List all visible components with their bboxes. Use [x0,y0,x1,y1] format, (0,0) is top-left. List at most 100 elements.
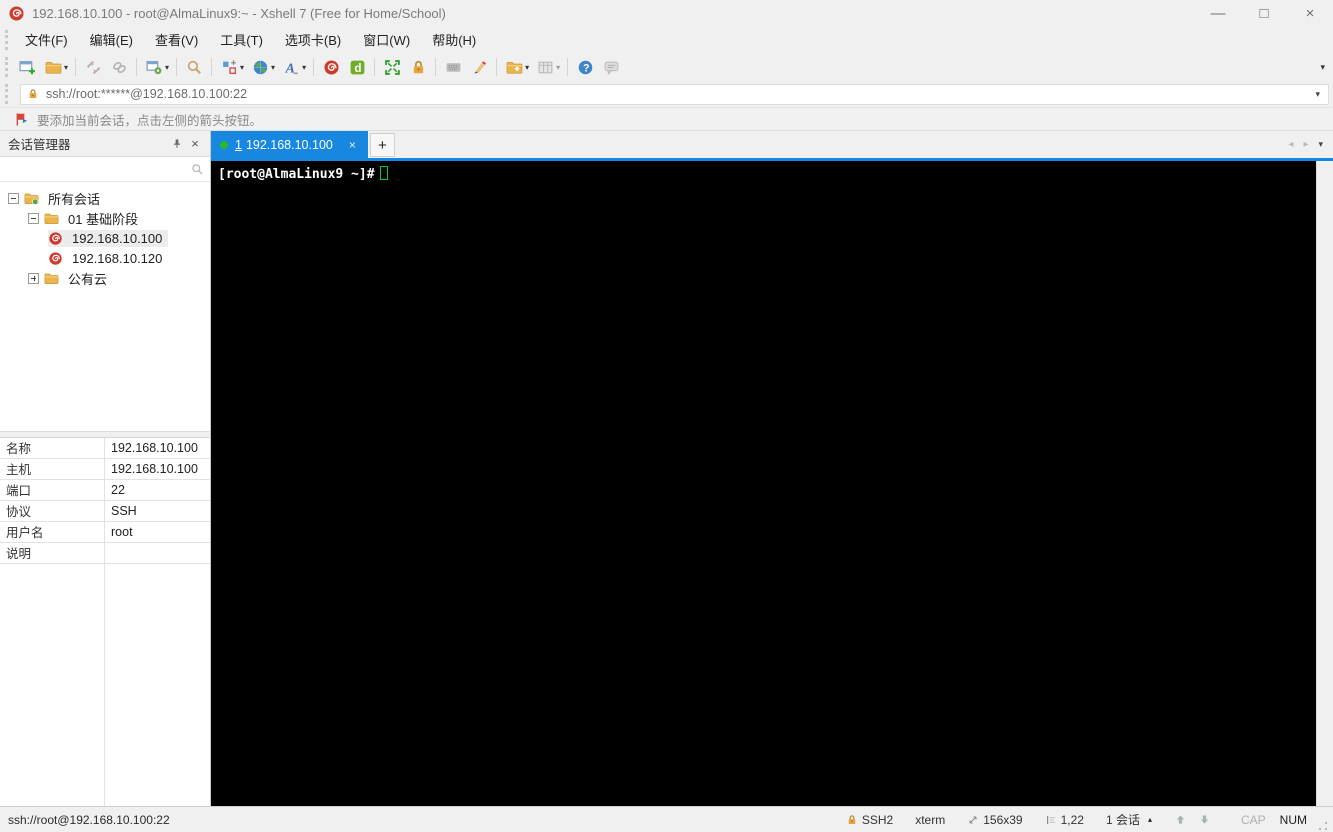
address-grip-handle[interactable] [5,84,11,104]
terminal-pane: 1 192.168.10.100 × + ◂ ▸ ▾ [root@AlmaLin… [211,131,1333,806]
session-search-input[interactable] [6,160,191,178]
ssl-lock-icon [29,89,37,99]
menu-view[interactable]: 查看(V) [144,26,209,53]
property-value: 22 [111,482,125,497]
property-label: 名称 [0,437,105,458]
status-protocol: SSH2 [846,813,893,827]
session-properties-dropdown[interactable]: ▾ [165,63,172,72]
pin-panel-button[interactable] [168,135,186,153]
address-dropdown[interactable]: ▾ [1313,89,1322,100]
tab-scroll-left-icon[interactable]: ◂ [1288,139,1293,150]
menu-edit[interactable]: 编辑(E) [79,26,144,53]
tree-item-folder-01[interactable]: 01 基础阶段 [0,208,210,228]
session-count-dropdown-icon: ▴ [1147,815,1152,824]
font-dropdown[interactable]: ▾ [302,63,309,72]
collapse-icon[interactable] [8,192,19,204]
properties-empty-area [0,563,210,806]
xshell-button[interactable] [319,55,343,79]
tab-list-dropdown[interactable]: ▾ [1318,139,1323,150]
status-terminal-size: 156x39 [967,813,1023,827]
feedback-chat-button[interactable] [599,55,623,79]
pin-icon [174,139,180,148]
tree-item-session-100[interactable]: 192.168.10.100 [0,228,210,248]
tree-item-label: 01 基础阶段 [68,211,139,227]
new-terminal-folder-button[interactable] [502,55,526,79]
status-session-count[interactable]: 1 会话 ▴ [1106,811,1152,828]
property-label: 用户名 [0,521,105,542]
toolbar-overflow-dropdown[interactable]: ▾ [1320,62,1325,73]
menu-window[interactable]: 窗口(W) [352,26,421,53]
font-icon: A [284,60,298,75]
find-button[interactable] [182,55,206,79]
terminal-scrollbar[interactable] [1316,161,1333,806]
menu-file[interactable]: 文件(F) [14,26,79,53]
status-terminal-type-label: xterm [915,812,946,827]
tab-active-session[interactable]: 1 192.168.10.100 × [211,131,368,158]
menu-tools[interactable]: 工具(T) [209,26,274,53]
terminal-screen[interactable]: [root@AlmaLinux9 ~]# [211,161,1316,806]
toolbar-separator [567,58,569,76]
tab-scroll-right-icon[interactable]: ▸ [1303,139,1308,150]
minimize-button[interactable]: — [1195,0,1241,26]
open-session-button[interactable] [41,55,65,79]
status-connection-url: ssh://root@192.168.10.100:22 [8,812,170,827]
quick-command-button[interactable] [533,55,557,79]
tree-item-all-sessions[interactable]: 所有会话 [0,188,210,208]
toolbar-separator [435,58,437,76]
panel-splitter[interactable] [0,430,210,438]
reconnect-button[interactable] [107,55,131,79]
toolbar-grip-handle[interactable] [5,57,11,77]
property-row: 用户名 root [0,521,210,543]
font-button[interactable]: A [279,55,303,79]
compose-layout-button[interactable] [217,55,241,79]
tab-index: 1 [235,137,242,152]
session-icon [48,251,63,265]
xftp-button[interactable]: d [345,55,369,79]
fullscreen-button[interactable] [380,55,404,79]
virtual-keyboard-button[interactable] [441,55,465,79]
highlight-pen-icon [473,60,486,73]
tree-item-label: 所有会话 [48,191,101,207]
scroll-down-icon[interactable] [1198,813,1211,826]
tab-close-icon[interactable]: × [347,138,358,152]
encoding-button[interactable] [248,55,272,79]
close-panel-button[interactable]: × [186,135,204,153]
terminal-wrap: [root@AlmaLinux9 ~]# [211,161,1333,806]
tree-item-label: 192.168.10.120 [72,250,163,266]
menu-help[interactable]: 帮助(H) [421,26,487,53]
session-properties-button[interactable] [142,55,166,79]
quick-command-dropdown[interactable]: ▾ [556,63,563,72]
menu-tab[interactable]: 选项卡(B) [274,26,352,53]
new-terminal-folder-dropdown[interactable]: ▾ [525,63,532,72]
session-manager-title: 会话管理器 [8,138,71,152]
terminal-prompt: [root@AlmaLinux9 ~]# [218,167,375,182]
main-area: 会话管理器 × 所有会话 01 基础阶段 192.168.10.100 192.… [0,131,1333,806]
property-value: 192.168.10.100 [111,440,198,455]
reconnect-icon [112,61,126,73]
session-properties-table: 名称 192.168.10.100 主机 192.168.10.100 端口 2… [0,437,210,564]
maximize-button[interactable]: □ [1241,0,1287,26]
property-label: 主机 [0,458,105,479]
tree-item-folder-public-cloud[interactable]: 公有云 [0,268,210,288]
expand-icon[interactable] [28,272,39,284]
new-tab-button[interactable]: + [369,133,395,157]
help-button[interactable]: ? [573,55,597,79]
scroll-up-icon[interactable] [1174,813,1187,826]
address-url[interactable]: ssh://root:******@192.168.10.100:22 [46,87,1313,101]
tree-item-session-120[interactable]: 192.168.10.120 [0,248,210,268]
disconnect-button[interactable] [81,55,105,79]
new-session-button[interactable] [15,55,39,79]
property-row: 名称 192.168.10.100 [0,437,210,459]
terminal-cursor [379,166,388,180]
lock-screen-button[interactable] [406,55,430,79]
encoding-dropdown[interactable]: ▾ [271,63,278,72]
property-row: 说明 [0,542,210,564]
highlight-pen-button[interactable] [467,55,491,79]
address-bar[interactable]: ssh://root:******@192.168.10.100:22 ▾ [20,83,1329,105]
resize-grip[interactable] [1317,820,1329,832]
compose-layout-dropdown[interactable]: ▾ [240,63,247,72]
menu-grip-handle[interactable] [5,29,11,50]
close-button[interactable]: × [1287,0,1333,26]
collapse-icon[interactable] [28,212,39,224]
open-session-dropdown[interactable]: ▾ [64,63,71,72]
